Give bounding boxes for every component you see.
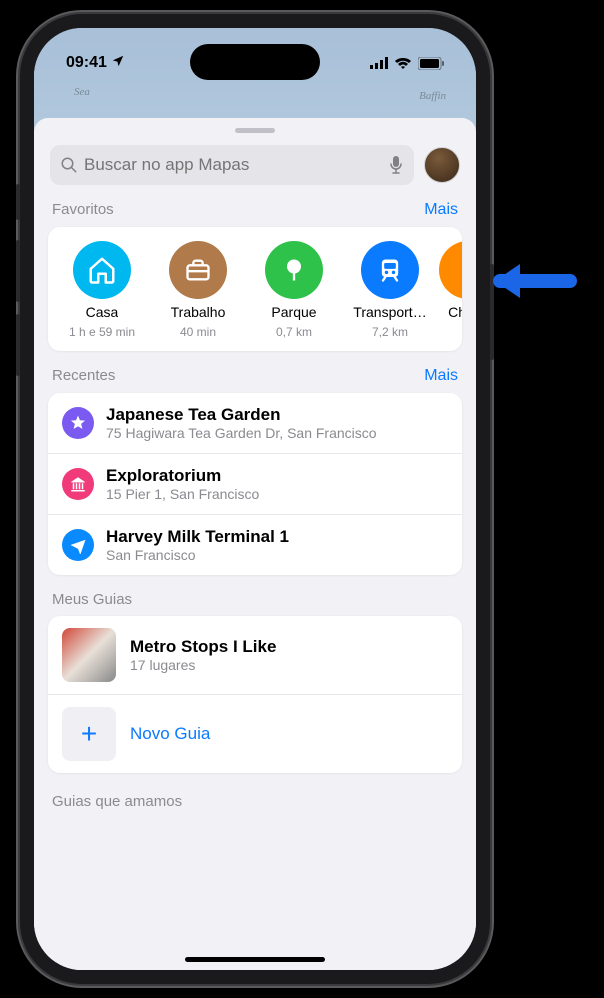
favorites-row[interactable]: Casa 1 h e 59 min Trabalho 40 min — [48, 227, 462, 351]
star-icon — [62, 407, 94, 439]
favorite-transit[interactable]: Transport… 7,2 km — [342, 241, 438, 339]
favorites-header: Favoritos — [52, 201, 114, 218]
recent-title: Japanese Tea Garden — [106, 405, 377, 425]
guide-title: Metro Stops I Like — [130, 637, 276, 657]
tree-icon — [265, 241, 323, 299]
plus-icon: + — [62, 707, 116, 761]
mic-icon[interactable] — [388, 155, 404, 175]
sheet-handle[interactable] — [235, 128, 275, 133]
recents-more-link[interactable]: Mais — [424, 367, 458, 385]
favorite-label: Parque — [271, 304, 316, 320]
search-field[interactable] — [50, 145, 414, 185]
volume-down-button — [16, 314, 20, 376]
dynamic-island — [190, 44, 320, 80]
search-icon — [60, 156, 78, 174]
location-arrow-icon — [111, 54, 125, 68]
museum-icon — [62, 468, 94, 500]
guide-item[interactable]: Metro Stops I Like 17 lugares — [48, 616, 462, 695]
favorite-sub: 40 min — [180, 325, 216, 339]
battery-icon — [418, 57, 444, 70]
favorite-sub: 0,7 km — [276, 325, 312, 339]
favorite-home[interactable]: Casa 1 h e 59 min — [54, 241, 150, 339]
guide-sub: 17 lugares — [130, 657, 276, 673]
favorite-label: Transport… — [353, 304, 426, 320]
favorite-label: Casa — [86, 304, 119, 320]
recent-title: Harvey Milk Terminal 1 — [106, 527, 289, 547]
recent-sub: San Francisco — [106, 547, 289, 563]
recent-item[interactable]: Japanese Tea Garden 75 Hagiwara Tea Gard… — [48, 393, 462, 454]
recents-card: Japanese Tea Garden 75 Hagiwara Tea Gard… — [48, 393, 462, 575]
recent-sub: 75 Hagiwara Tea Garden Dr, San Francisco — [106, 425, 377, 441]
guide-thumbnail — [62, 628, 116, 682]
guides-card: Metro Stops I Like 17 lugares + Novo Gui… — [48, 616, 462, 773]
favorites-card: Casa 1 h e 59 min Trabalho 40 min — [48, 227, 462, 351]
recent-item[interactable]: Exploratorium 15 Pier 1, San Francisco — [48, 454, 462, 515]
search-input[interactable] — [84, 155, 382, 175]
map-label: Baffin — [419, 90, 446, 102]
loved-guides-header: Guias que amamos — [34, 773, 476, 810]
wifi-icon — [394, 57, 412, 69]
recent-item[interactable]: Harvey Milk Terminal 1 San Francisco — [48, 515, 462, 575]
phone-screen: Sea Baffin 09:41 — [34, 28, 476, 970]
favorite-label: Trabalho — [171, 304, 226, 320]
new-guide-label: Novo Guia — [130, 724, 210, 744]
status-time: 09:41 — [66, 54, 125, 72]
favorite-item[interactable]: Cha… 3, — [438, 241, 462, 339]
recent-title: Exploratorium — [106, 466, 259, 486]
phone-frame: Sea Baffin 09:41 — [20, 14, 490, 984]
callout-arrow-icon — [490, 256, 590, 306]
favorite-sub: 1 h e 59 min — [69, 325, 135, 339]
recents-header: Recentes — [52, 367, 115, 384]
transit-icon — [361, 241, 419, 299]
ringer-switch — [16, 184, 20, 220]
favorite-sub: 7,2 km — [372, 325, 408, 339]
new-guide-button[interactable]: + Novo Guia — [48, 695, 462, 773]
favorite-work[interactable]: Trabalho 40 min — [150, 241, 246, 339]
briefcase-icon — [169, 241, 227, 299]
plane-icon — [62, 529, 94, 561]
search-sheet[interactable]: Favoritos Mais Casa 1 h e 59 min — [34, 118, 476, 970]
guides-header: Meus Guias — [52, 591, 132, 608]
recent-sub: 15 Pier 1, San Francisco — [106, 486, 259, 502]
home-icon — [73, 241, 131, 299]
volume-up-button — [16, 240, 20, 302]
favorite-park[interactable]: Parque 0,7 km — [246, 241, 342, 339]
cellular-icon — [370, 57, 388, 69]
favorites-more-link[interactable]: Mais — [424, 201, 458, 219]
favorite-label: Cha… — [448, 304, 462, 320]
pin-icon — [439, 241, 462, 299]
map-label: Sea — [74, 86, 90, 98]
home-indicator[interactable] — [185, 957, 325, 962]
profile-avatar[interactable] — [424, 147, 460, 183]
